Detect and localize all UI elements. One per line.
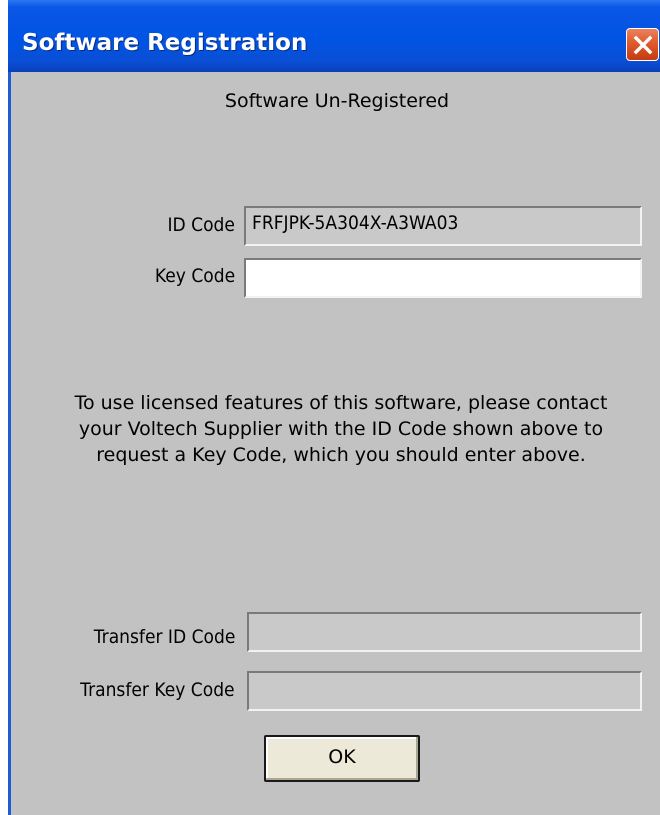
transfer-id-code-field[interactable]: [247, 612, 642, 652]
registration-dialog: Software Registration Software Un-Regist…: [8, 0, 660, 815]
transfer-key-code-label: Transfer Key Code: [80, 679, 235, 701]
instructions-line-3: request a Key Code, which you should ent…: [96, 444, 586, 466]
transfer-id-code-label: Transfer ID Code: [93, 626, 235, 648]
dialog-content: Software Un-Registered ID Code FRFJPK-5A…: [11, 72, 660, 815]
close-icon: [633, 35, 653, 55]
title-bar[interactable]: Software Registration: [8, 0, 660, 72]
instructions-line-2: your Voltech Supplier with the ID Code s…: [78, 418, 604, 440]
registration-status: Software Un-Registered: [224, 90, 450, 112]
close-button[interactable]: [626, 28, 659, 61]
key-code-label: Key Code: [154, 265, 235, 287]
transfer-key-code-field[interactable]: [247, 671, 642, 711]
id-code-label: ID Code: [167, 214, 235, 236]
license-instructions: To use licensed features of this softwar…: [31, 390, 651, 468]
ok-button[interactable]: OK: [264, 735, 420, 782]
instructions-line-1: To use licensed features of this softwar…: [74, 392, 608, 414]
id-code-value: FRFJPK-5A304X-A3WA03: [252, 212, 459, 234]
id-code-field[interactable]: FRFJPK-5A304X-A3WA03: [244, 206, 642, 246]
key-code-input[interactable]: [244, 258, 642, 298]
window-title: Software Registration: [22, 30, 308, 56]
